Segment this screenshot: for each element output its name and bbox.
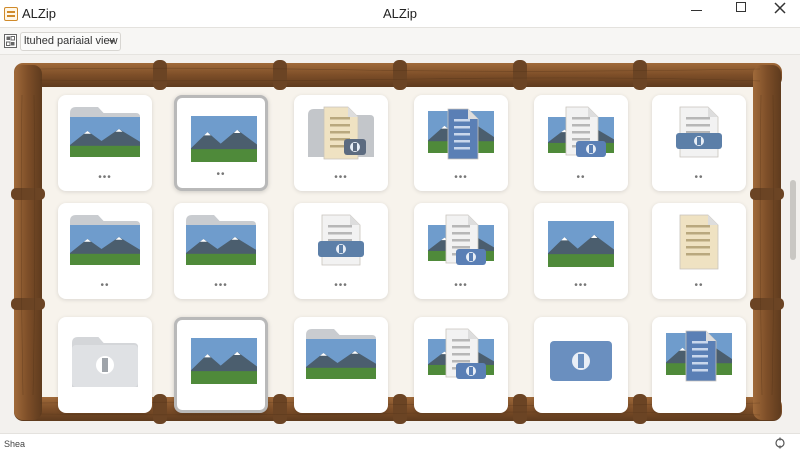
more-options-dots[interactable]: •• xyxy=(652,280,746,291)
scrollbar-thumb[interactable] xyxy=(790,180,796,260)
chevron-down-icon xyxy=(109,40,115,44)
view-mode-label: ltuhed pariaial view xyxy=(24,35,118,47)
status-bar: Shea xyxy=(0,433,800,450)
file-tile[interactable]: ••• xyxy=(534,203,628,299)
file-thumbnail-icon xyxy=(70,107,140,157)
close-button[interactable] xyxy=(762,0,798,22)
file-thumbnail-icon xyxy=(72,337,138,387)
file-tile[interactable]: •• xyxy=(652,95,746,191)
more-options-dots[interactable]: ••• xyxy=(174,280,268,291)
file-thumbnail-icon xyxy=(318,214,364,266)
file-thumbnail-icon xyxy=(676,106,722,158)
file-thumbnail-icon xyxy=(428,214,494,265)
file-tile[interactable]: •• xyxy=(58,203,152,299)
file-thumbnail-icon xyxy=(191,338,257,384)
status-text: Shea xyxy=(4,439,26,449)
maximize-icon xyxy=(736,2,746,12)
file-tile[interactable]: ••• xyxy=(294,203,388,299)
file-tile[interactable]: ••• xyxy=(414,95,508,191)
more-options-dots[interactable]: •• xyxy=(177,169,265,180)
file-thumbnail-icon xyxy=(666,330,732,382)
file-thumbnail-icon xyxy=(70,215,140,265)
file-thumbnail-icon xyxy=(186,215,256,265)
more-options-dots[interactable]: ••• xyxy=(414,172,508,183)
file-thumbnail-icon xyxy=(428,108,494,160)
close-icon xyxy=(774,2,786,14)
file-tile[interactable] xyxy=(414,317,508,413)
file-tile[interactable]: ••• xyxy=(414,203,508,299)
file-tile[interactable]: •• xyxy=(174,95,268,191)
file-grid-area: ••• •• ••• ••• •• •• •• ••• ••• ••• ••• … xyxy=(0,55,800,433)
file-tile[interactable] xyxy=(294,317,388,413)
app-name-label: ALZip xyxy=(22,6,56,21)
file-tile[interactable] xyxy=(652,317,746,413)
vertical-scrollbar[interactable] xyxy=(787,55,800,433)
minimize-button[interactable] xyxy=(678,0,714,22)
file-tile[interactable]: ••• xyxy=(58,95,152,191)
file-tile[interactable] xyxy=(58,317,152,413)
minimize-icon xyxy=(690,9,702,11)
file-thumbnail-icon xyxy=(548,106,614,157)
view-options-icon[interactable] xyxy=(4,34,17,48)
more-options-dots[interactable]: ••• xyxy=(58,172,152,183)
more-options-dots[interactable]: ••• xyxy=(294,172,388,183)
file-thumbnail-icon xyxy=(679,214,719,270)
file-thumbnail-icon xyxy=(548,221,614,267)
file-tile[interactable]: ••• xyxy=(174,203,268,299)
toolbar: ltuhed pariaial view xyxy=(0,28,800,55)
file-tile[interactable]: ••• xyxy=(294,95,388,191)
file-thumbnail-icon xyxy=(428,328,494,379)
more-options-dots[interactable]: •• xyxy=(534,172,628,183)
more-options-dots[interactable]: •• xyxy=(652,172,746,183)
view-mode-dropdown[interactable]: ltuhed pariaial view xyxy=(20,32,121,51)
file-thumbnail-icon xyxy=(191,116,257,162)
file-tile[interactable]: •• xyxy=(534,95,628,191)
sync-icon[interactable] xyxy=(774,437,786,449)
file-tile[interactable] xyxy=(534,317,628,413)
app-logo-icon xyxy=(4,7,18,21)
more-options-dots[interactable]: •• xyxy=(58,280,152,291)
file-thumbnail-icon xyxy=(308,106,374,160)
file-tile[interactable] xyxy=(174,317,268,413)
more-options-dots[interactable]: ••• xyxy=(414,280,508,291)
file-thumbnail-icon xyxy=(550,341,612,381)
file-thumbnail-icon xyxy=(306,329,376,379)
file-tile[interactable]: •• xyxy=(652,203,746,299)
more-options-dots[interactable]: ••• xyxy=(534,280,628,291)
more-options-dots[interactable]: ••• xyxy=(294,280,388,291)
title-bar: ALZip ALZip xyxy=(0,0,800,28)
maximize-button[interactable] xyxy=(723,0,759,22)
app-window: ALZip ALZip ltuhed pariaial view ••• •• … xyxy=(0,0,800,450)
